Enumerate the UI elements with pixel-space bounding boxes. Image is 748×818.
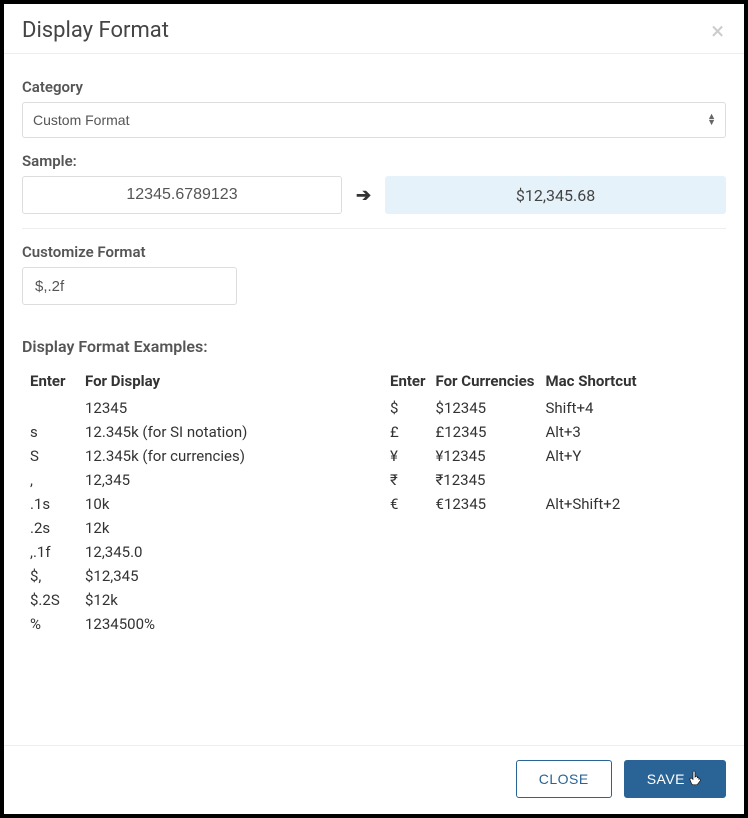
cell-display: 12,345 — [85, 468, 360, 492]
table-row: 12345 — [30, 396, 360, 420]
close-button-label: CLOSE — [539, 771, 589, 787]
close-icon[interactable]: × — [709, 19, 726, 43]
table-row: %1234500% — [30, 612, 360, 636]
col-mac-shortcut: Mac Shortcut — [546, 368, 718, 396]
pointer-cursor-icon — [689, 770, 703, 788]
separator — [22, 228, 726, 229]
examples-tables: Enter For Display 12345s12.345k (for SI … — [22, 368, 726, 636]
table-row: $$12345Shift+4 — [390, 396, 718, 420]
sample-input[interactable] — [22, 176, 342, 214]
col-enter: Enter — [390, 368, 436, 396]
table-row: $,$12,345 — [30, 564, 360, 588]
display-format-dialog: Display Format × Category Custom Format … — [4, 4, 744, 814]
cell-enter: .1s — [30, 492, 85, 516]
cell-enter: $.2S — [30, 588, 85, 612]
cell-display: 12.345k (for SI notation) — [85, 420, 360, 444]
save-button[interactable]: SAVE — [624, 760, 726, 798]
cell-shortcut: Alt+Shift+2 — [546, 492, 718, 516]
category-select-wrap: Custom Format ▲▼ — [22, 102, 726, 138]
format-input[interactable] — [22, 267, 237, 305]
cell-enter: £ — [390, 420, 436, 444]
examples-right: Enter For Currencies Mac Shortcut $$1234… — [390, 368, 718, 636]
dialog-footer: CLOSE SAVE — [4, 745, 744, 814]
cell-display: ¥12345 — [436, 444, 546, 468]
cell-enter: .2s — [30, 516, 85, 540]
col-enter: Enter — [30, 368, 85, 396]
category-select[interactable]: Custom Format — [22, 102, 726, 138]
cell-shortcut: Alt+Y — [546, 444, 718, 468]
table-row: $.2S$12k — [30, 588, 360, 612]
cell-enter: € — [390, 492, 436, 516]
dialog-header: Display Format × — [4, 4, 744, 54]
examples-left-table: Enter For Display 12345s12.345k (for SI … — [30, 368, 360, 636]
cell-display: €12345 — [436, 492, 546, 516]
sample-row: ➔ $12,345.68 — [22, 176, 726, 214]
table-row: s12.345k (for SI notation) — [30, 420, 360, 444]
cell-enter: s — [30, 420, 85, 444]
customize-label: Customize Format — [22, 243, 726, 261]
cell-display: $12,345 — [85, 564, 360, 588]
cell-display: $12k — [85, 588, 360, 612]
examples-right-table: Enter For Currencies Mac Shortcut $$1234… — [390, 368, 718, 516]
cell-enter: $, — [30, 564, 85, 588]
cell-shortcut: Alt+3 — [546, 420, 718, 444]
cell-shortcut: Shift+4 — [546, 396, 718, 420]
cell-display: $12345 — [436, 396, 546, 420]
cell-display: 1234500% — [85, 612, 360, 636]
cell-enter: , — [30, 468, 85, 492]
col-for-currencies: For Currencies — [436, 368, 546, 396]
table-row: €€12345Alt+Shift+2 — [390, 492, 718, 516]
examples-left: Enter For Display 12345s12.345k (for SI … — [30, 368, 360, 636]
table-row: .1s10k — [30, 492, 360, 516]
cell-display: 12.345k (for currencies) — [85, 444, 360, 468]
cell-display: 12,345.0 — [85, 540, 360, 564]
table-row: S12.345k (for currencies) — [30, 444, 360, 468]
cell-enter: % — [30, 612, 85, 636]
table-row: .2s12k — [30, 516, 360, 540]
dialog-body: Category Custom Format ▲▼ Sample: ➔ $12,… — [4, 64, 744, 745]
save-button-label: SAVE — [647, 771, 685, 787]
table-row: ¥¥12345Alt+Y — [390, 444, 718, 468]
arrow-right-icon: ➔ — [356, 185, 371, 206]
cell-display: ₹12345 — [436, 468, 546, 492]
cell-enter: ,.1f — [30, 540, 85, 564]
cell-enter: ¥ — [390, 444, 436, 468]
cell-enter: ₹ — [390, 468, 436, 492]
cell-display: £12345 — [436, 420, 546, 444]
examples-heading: Display Format Examples: — [22, 337, 726, 356]
dialog-title: Display Format — [22, 18, 169, 43]
cell-display: 12345 — [85, 396, 360, 420]
close-button[interactable]: CLOSE — [516, 760, 612, 798]
cell-shortcut — [546, 468, 718, 492]
table-row: ££12345Alt+3 — [390, 420, 718, 444]
cell-display: 12k — [85, 516, 360, 540]
table-row: ₹₹12345 — [390, 468, 718, 492]
sample-label: Sample: — [22, 152, 726, 170]
cell-enter: S — [30, 444, 85, 468]
cell-enter: $ — [390, 396, 436, 420]
cell-display: 10k — [85, 492, 360, 516]
category-label: Category — [22, 78, 726, 96]
cell-enter — [30, 396, 85, 420]
col-for-display: For Display — [85, 368, 360, 396]
sample-output: $12,345.68 — [385, 176, 726, 214]
table-row: ,.1f12,345.0 — [30, 540, 360, 564]
table-row: ,12,345 — [30, 468, 360, 492]
